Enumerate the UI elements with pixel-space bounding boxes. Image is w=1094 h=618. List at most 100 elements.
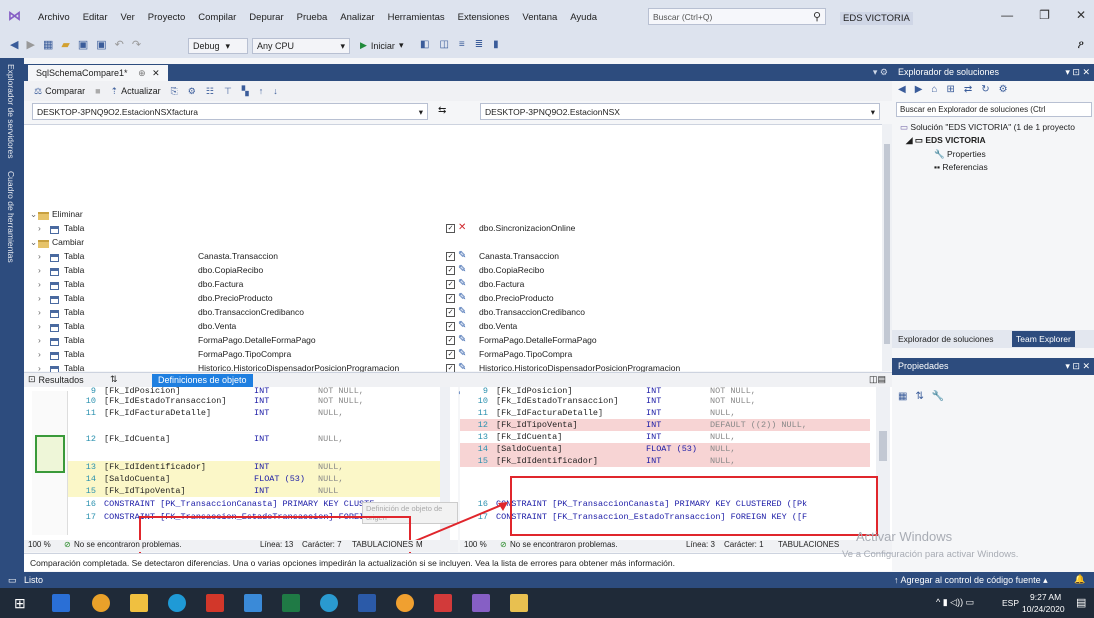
open-icon[interactable]: ▰ bbox=[61, 38, 69, 51]
collapsed-chevron-icon[interactable]: › bbox=[38, 265, 41, 275]
menu-item-editar[interactable]: Editar bbox=[83, 12, 108, 23]
down-icon[interactable]: ↓ bbox=[273, 86, 278, 96]
uncomment-icon[interactable]: ≣ bbox=[475, 39, 483, 50]
menu-item-proyecto[interactable]: Proyecto bbox=[148, 12, 186, 23]
alphabetical-icon[interactable]: ⇅ bbox=[915, 391, 923, 402]
input-language[interactable]: ESP bbox=[1002, 598, 1019, 608]
excel-app-icon[interactable] bbox=[282, 594, 300, 612]
switch-views-icon[interactable]: ⊞ bbox=[946, 84, 954, 95]
target-scroll-thumb[interactable] bbox=[879, 431, 887, 461]
target-scrollbar[interactable] bbox=[876, 387, 890, 540]
up-icon[interactable]: ↑ bbox=[259, 86, 264, 96]
save-icon[interactable]: ▣ bbox=[78, 38, 88, 51]
photos-app-icon[interactable] bbox=[396, 594, 414, 612]
word-app-icon[interactable] bbox=[358, 594, 376, 612]
mail-app-icon[interactable] bbox=[52, 594, 70, 612]
difference-row[interactable]: › Tabla dbo.TransaccionCredibanco ✓ ✎ dbo.Tra… bbox=[24, 306, 882, 321]
expanded-chevron-icon[interactable]: ⌄ bbox=[30, 209, 37, 220]
group-icon[interactable]: ☷ bbox=[206, 86, 214, 97]
start-button[interactable]: ▶ Iniciar ▾ bbox=[360, 40, 403, 51]
include-checkbox[interactable]: ✓ bbox=[446, 294, 455, 303]
difference-row[interactable]: › Tabla dbo.CopiaRecibo ✓ ✎ dbo.CopiaRecibo bbox=[24, 264, 882, 279]
compare-button[interactable]: ⚖ Comparar bbox=[34, 86, 85, 97]
references-node[interactable]: ▪▪ Referencias bbox=[934, 162, 988, 172]
outlook-app-icon[interactable] bbox=[244, 594, 262, 612]
solution-search-input[interactable]: Buscar en Explorador de soluciones (Ctrl bbox=[896, 102, 1092, 117]
menu-item-ayuda[interactable]: Ayuda bbox=[570, 12, 597, 23]
expanded-chevron-icon[interactable]: ⌄ bbox=[30, 237, 37, 248]
close-tab-icon[interactable]: ✕ bbox=[152, 68, 160, 78]
difference-row[interactable]: › Tabla dbo.Venta ✓ ✎ dbo.Venta bbox=[24, 320, 882, 335]
menu-item-ventana[interactable]: Ventana bbox=[522, 12, 557, 23]
new-project-icon[interactable]: ▦ bbox=[43, 38, 53, 51]
tab-options-icon[interactable]: ▾ ⚙ bbox=[873, 67, 888, 78]
include-checkbox[interactable]: ✓ bbox=[446, 266, 455, 275]
target-database-select[interactable]: DESKTOP-3PNQ9O2.EstacionNSX ▾ bbox=[480, 103, 880, 120]
target-zoom[interactable]: 100 % bbox=[464, 540, 487, 549]
debug-tools-icon[interactable]: ◧ bbox=[420, 39, 429, 50]
menu-item-prueba[interactable]: Prueba bbox=[297, 12, 328, 23]
account-icon[interactable]: ዖ bbox=[1078, 39, 1084, 52]
include-checkbox[interactable]: ✓ bbox=[446, 280, 455, 289]
pin-icon[interactable]: ⊕ bbox=[138, 68, 146, 78]
source-zoom[interactable]: 100 % bbox=[28, 540, 51, 549]
difference-row[interactable]: › Tabla dbo.Factura ✓ ✎ dbo.Factura bbox=[24, 278, 882, 293]
comment-icon[interactable]: ≡ bbox=[459, 39, 465, 50]
overview-viewport[interactable] bbox=[35, 435, 65, 473]
forward-icon[interactable]: ▶ bbox=[915, 84, 923, 95]
refresh-icon[interactable]: ↻ bbox=[981, 84, 989, 95]
forward-icon[interactable]: ▶ bbox=[26, 38, 34, 51]
clock-date[interactable]: 10/24/2020 bbox=[1022, 604, 1065, 614]
menu-item-compilar[interactable]: Compilar bbox=[198, 12, 236, 23]
undo-icon[interactable]: ↶ bbox=[115, 38, 124, 51]
collapsed-chevron-icon[interactable]: › bbox=[38, 279, 41, 289]
list-scrollbar[interactable] bbox=[882, 124, 892, 371]
source-database-select[interactable]: DESKTOP-3PNQ9O2.EstacionNSXfactura ▾ bbox=[32, 103, 428, 120]
back-icon[interactable]: ◀ bbox=[898, 84, 906, 95]
search-box[interactable]: Buscar (Ctrl+Q) ⚲ bbox=[648, 8, 826, 25]
clock-time[interactable]: 9:27 AM bbox=[1030, 592, 1061, 602]
collapsed-chevron-icon[interactable]: › bbox=[38, 223, 41, 233]
categorized-icon[interactable]: ▦ bbox=[898, 391, 907, 402]
group-change[interactable]: ⌄ Cambiar bbox=[24, 237, 882, 251]
configuration-select[interactable]: Debug ▾ bbox=[188, 38, 248, 54]
include-checkbox[interactable]: ✓ bbox=[446, 350, 455, 359]
collapsed-chevron-icon[interactable]: › bbox=[38, 321, 41, 331]
menu-item-ver[interactable]: Ver bbox=[121, 12, 135, 23]
collapsed-chevron-icon[interactable]: › bbox=[38, 349, 41, 359]
sync-icon[interactable]: ⇄ bbox=[964, 84, 972, 95]
back-icon[interactable]: ◀ bbox=[10, 38, 18, 51]
group-delete[interactable]: ⌄ Eliminar bbox=[24, 209, 882, 223]
menu-item-extensiones[interactable]: Extensiones bbox=[458, 12, 510, 23]
menu-item-archivo[interactable]: Archivo bbox=[38, 12, 70, 23]
collapsed-chevron-icon[interactable]: › bbox=[38, 307, 41, 317]
collapsed-chevron-icon[interactable]: › bbox=[38, 251, 41, 261]
redo-icon[interactable]: ↷ bbox=[132, 38, 141, 51]
pane-options-icon[interactable]: ▾ ⊡ ✕ bbox=[1065, 67, 1090, 78]
properties-node[interactable]: 🔧 Properties bbox=[934, 149, 986, 160]
save-all-icon[interactable]: ▣ bbox=[96, 38, 106, 51]
property-pages-icon[interactable]: 🔧 bbox=[932, 391, 944, 402]
difference-row[interactable]: › Tabla ✓ ✕ dbo.SincronizacionOnline bbox=[24, 222, 882, 237]
include-checkbox[interactable]: ✓ bbox=[446, 224, 455, 233]
toolbox-tab[interactable]: Cuadro de herramientas bbox=[0, 165, 22, 269]
filter-icon[interactable]: ⊤ bbox=[224, 86, 232, 97]
browser-app-icon[interactable] bbox=[320, 594, 338, 612]
include-checkbox[interactable]: ✓ bbox=[446, 252, 455, 261]
media-app-icon[interactable] bbox=[434, 594, 452, 612]
notifications-icon[interactable]: 🔔 bbox=[1074, 574, 1085, 585]
layout-toggle-icon[interactable]: ◫▤ bbox=[869, 374, 886, 385]
difference-row[interactable]: › Tabla FormaPago.TipoCompra ✓ ✎ FormaPago.Ti… bbox=[24, 348, 882, 363]
difference-row[interactable]: › Tabla Canasta.Transaccion ✓ ✎ Canasta.Trans… bbox=[24, 250, 882, 265]
minimize-icon[interactable]: — bbox=[1001, 8, 1013, 22]
source-control-button[interactable]: ↑ Agregar al control de código fuente ▴ bbox=[894, 575, 1048, 586]
include-checkbox[interactable]: ✓ bbox=[446, 322, 455, 331]
update-button[interactable]: ⇡ Actualizar bbox=[111, 86, 161, 97]
difference-row[interactable]: › Tabla FormaPago.DetalleFormaPago ✓ ✎ FormaP… bbox=[24, 334, 882, 349]
acrobat-app-icon[interactable] bbox=[206, 594, 224, 612]
options-icon[interactable]: ⚙ bbox=[188, 86, 196, 97]
collapsed-chevron-icon[interactable]: › bbox=[38, 335, 41, 345]
action-center-icon[interactable]: ▤ bbox=[1076, 596, 1086, 609]
generate-script-icon[interactable]: ⎘ bbox=[171, 86, 178, 97]
tab-results[interactable]: ⊡ Resultados bbox=[28, 374, 84, 385]
